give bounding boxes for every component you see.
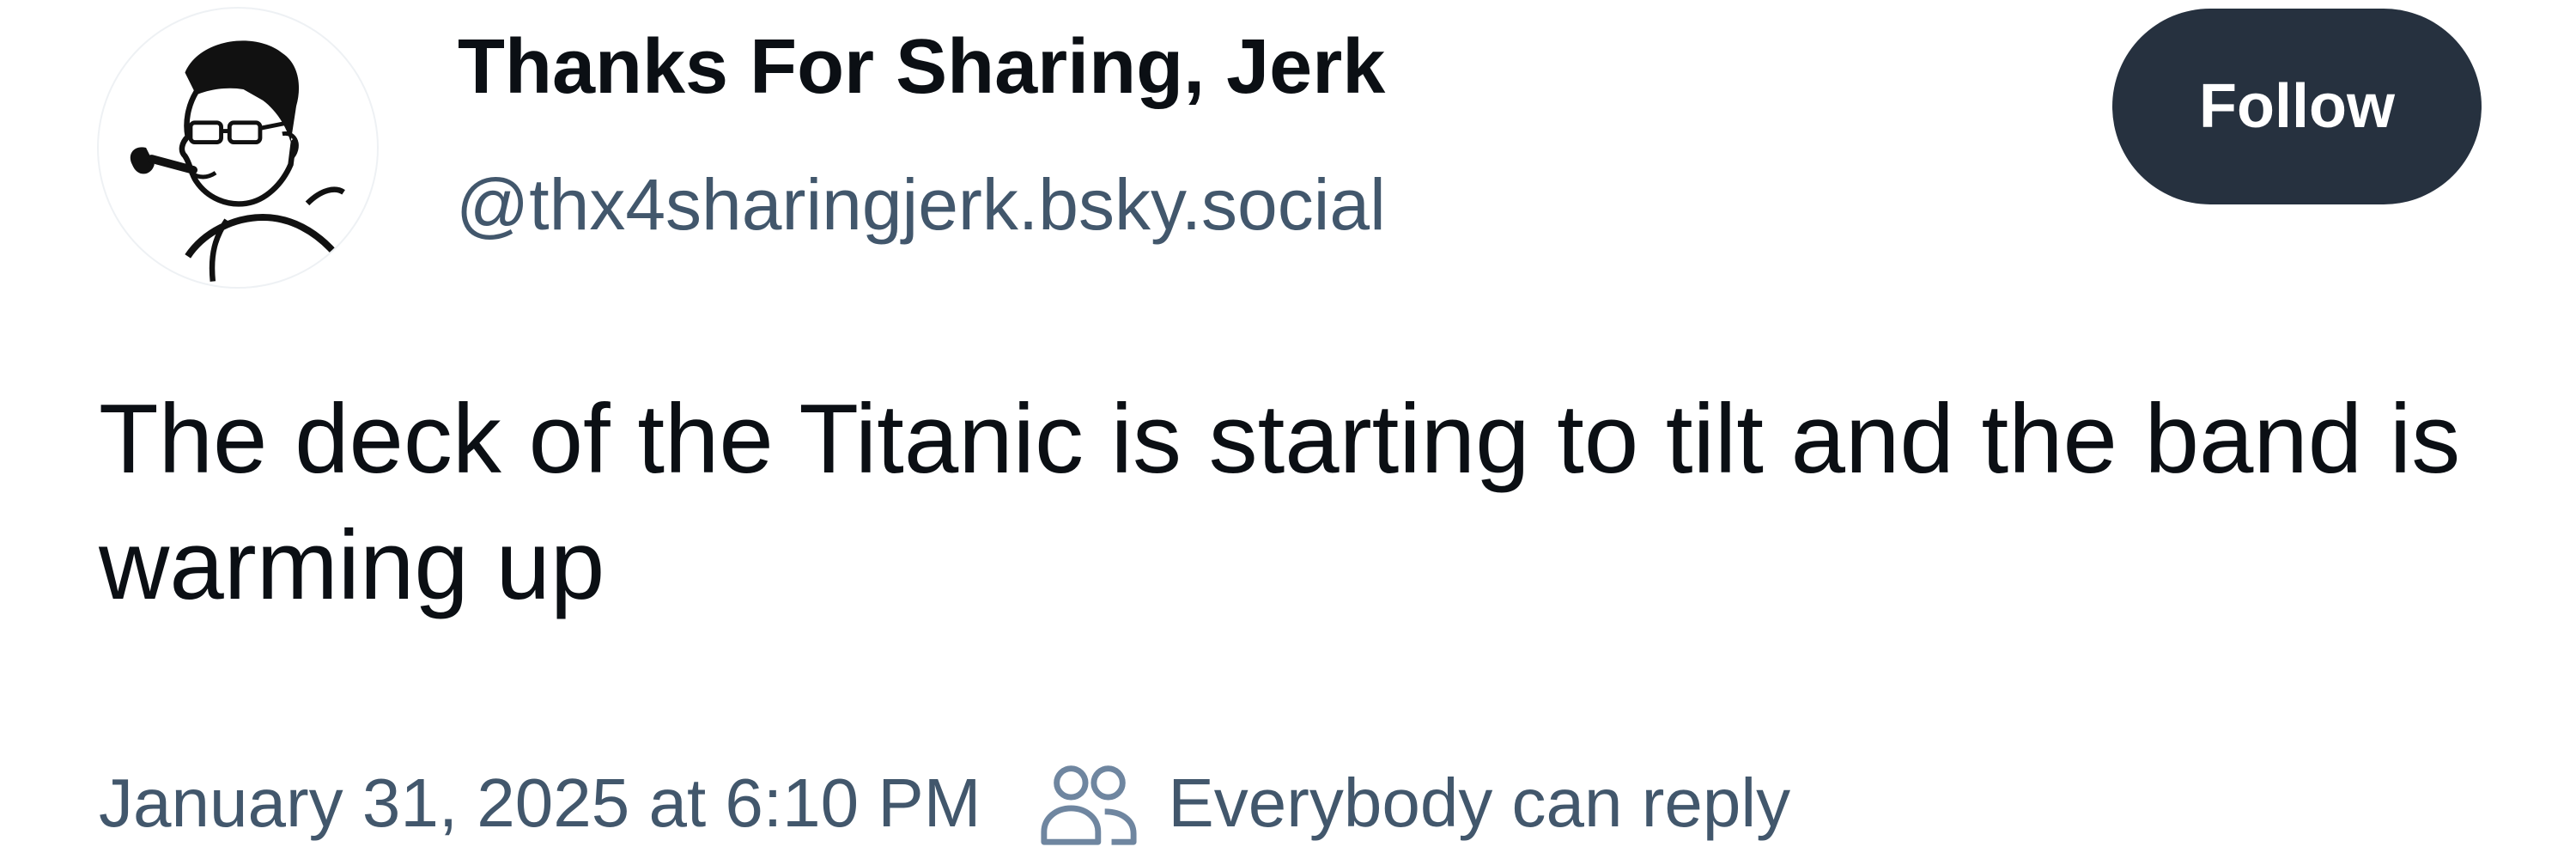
post-meta: January 31, 2025 at 6:10 PM Everybody ca… — [99, 756, 1790, 850]
follow-button[interactable]: Follow — [2112, 9, 2482, 204]
author-avatar[interactable] — [99, 9, 377, 287]
pipe-smoking-man-avatar-icon — [130, 40, 345, 282]
reply-setting[interactable]: Everybody can reply — [1037, 760, 1790, 846]
reply-setting-label: Everybody can reply — [1168, 765, 1791, 841]
post-timestamp[interactable]: January 31, 2025 at 6:10 PM — [99, 764, 981, 843]
author-display-name[interactable]: Thanks For Sharing, Jerk — [458, 15, 1385, 119]
post-card: Thanks For Sharing, Jerk @thx4sharingjer… — [0, 0, 2576, 859]
author-handle[interactable]: @thx4sharingjerk.bsky.social — [456, 153, 1386, 256]
post-text: The deck of the Titanic is starting to t… — [99, 385, 2461, 620]
people-icon — [1041, 765, 1137, 845]
